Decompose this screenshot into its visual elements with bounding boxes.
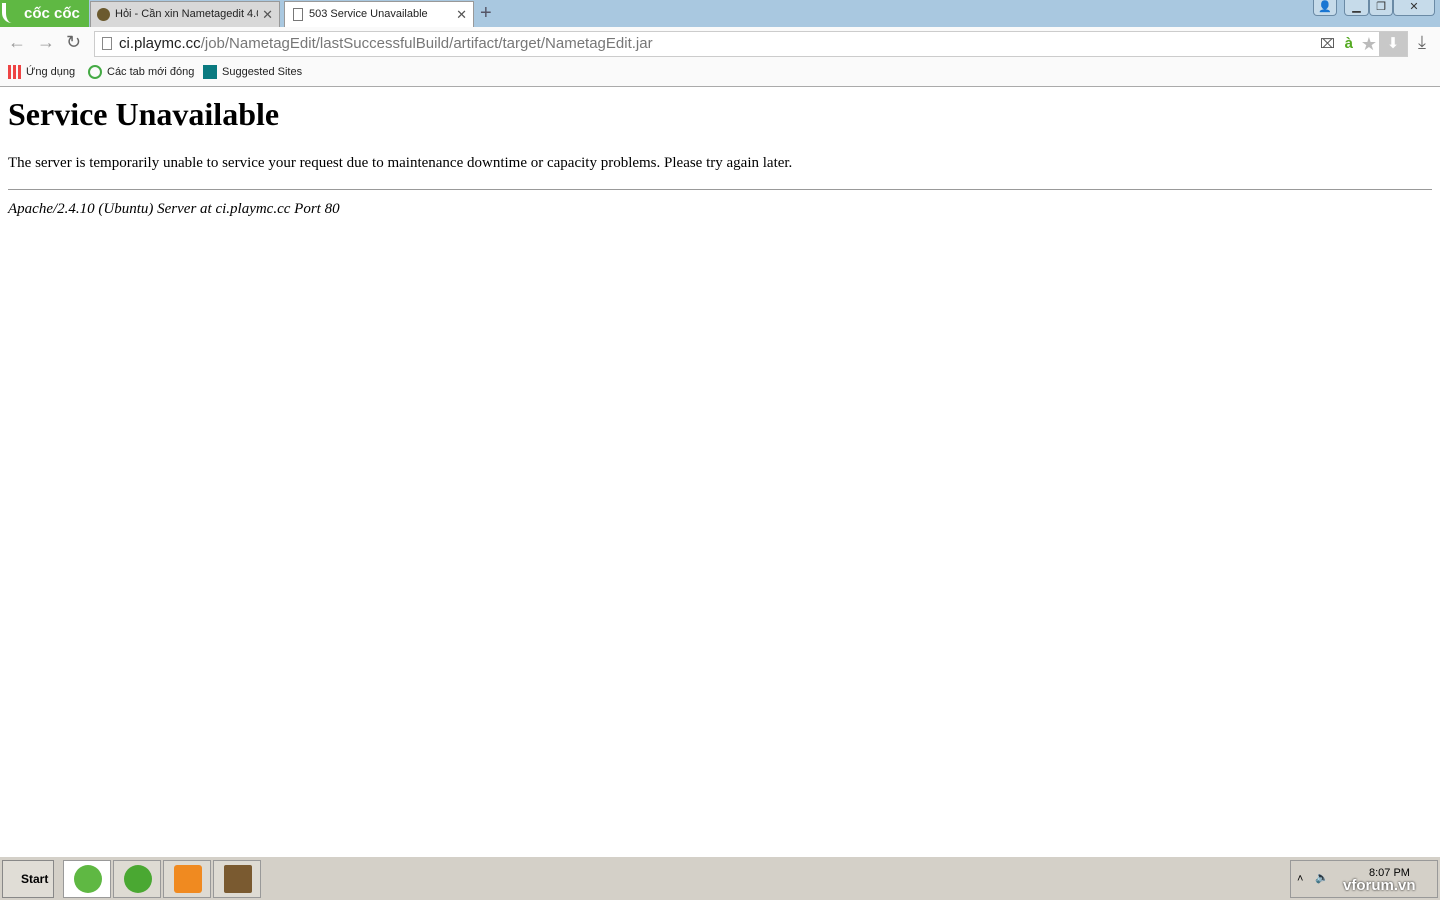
close-tab-icon[interactable]: ✕ [456, 2, 467, 27]
divider [8, 189, 1432, 190]
taskbar-utorrent[interactable] [113, 860, 161, 898]
taskbar-media-player[interactable] [163, 860, 211, 898]
minimize-button[interactable]: ▁ [1344, 0, 1369, 16]
tab-active[interactable]: 503 Service Unavailable ✕ [284, 1, 474, 27]
tab-strip: cốc cốc Hỏi - Cần xin Nametagedit 4.0 ✕ 5… [0, 0, 1440, 27]
taskbar-minecraft[interactable] [213, 860, 261, 898]
minecraft-icon [224, 865, 252, 893]
translate-icon[interactable]: ⌧ [1320, 32, 1335, 56]
close-window-button[interactable]: ✕ [1393, 0, 1435, 16]
brand-label: cốc cốc [24, 5, 80, 22]
bookmark-recent-tabs[interactable]: Các tab mới đóng [88, 65, 194, 79]
start-button[interactable]: Start [2, 860, 54, 898]
bookmark-suggested-sites[interactable]: Suggested Sites [203, 65, 302, 79]
tab-forum[interactable]: Hỏi - Cần xin Nametagedit 4.0 ✕ [90, 1, 280, 27]
bookmark-star-icon[interactable]: ★ [1361, 32, 1377, 56]
bing-icon [203, 65, 217, 79]
tab-title: Hỏi - Cần xin Nametagedit 4.0 [115, 8, 263, 20]
bookmark-apps[interactable]: Ứng dụng [8, 65, 75, 79]
address-bar[interactable]: ci.playmc.cc/job/NametagEdit/lastSuccess… [94, 31, 1408, 57]
favicon-icon [97, 8, 110, 21]
media-player-icon [174, 865, 202, 893]
apps-grid-icon [8, 65, 21, 79]
server-signature: Apache/2.4.10 (Ubuntu) Server at ci.play… [8, 201, 340, 217]
url-path: /job/NametagEdit/lastSuccessfulBuild/art… [200, 35, 653, 52]
new-tab-button[interactable]: + [480, 2, 492, 24]
bookmark-label: Suggested Sites [222, 65, 303, 78]
utorrent-icon [124, 865, 152, 893]
show-hidden-icons[interactable]: ˄ [1297, 873, 1303, 885]
url-host: ci.playmc.cc [119, 35, 201, 52]
error-message: The server is temporarily unable to serv… [8, 155, 793, 171]
coccoc-menu-button[interactable]: cốc cốc [0, 0, 89, 27]
vietnamese-input-icon[interactable]: à [1345, 32, 1353, 56]
volume-icon[interactable]: 🔈 [1315, 871, 1329, 884]
forward-icon[interactable]: → [37, 32, 55, 53]
reload-icon[interactable]: ↻ [66, 32, 81, 53]
downloads-icon[interactable]: ⤓ [1418, 32, 1426, 53]
close-tab-icon[interactable]: ✕ [258, 2, 273, 27]
taskbar-coccoc[interactable] [63, 860, 111, 898]
restore-button[interactable]: ❐ [1369, 0, 1393, 16]
page-icon [102, 37, 112, 50]
page-title: Service Unavailable [8, 96, 280, 132]
coccoc-logo-icon [2, 3, 20, 23]
toolbar: ← → ↻ ci.playmc.cc/job/NametagEdit/lastS… [0, 27, 1440, 59]
back-icon[interactable]: ← [8, 32, 26, 53]
coccoc-icon [74, 865, 102, 893]
start-label: Start [21, 872, 49, 886]
profile-icon[interactable]: 👤 [1313, 0, 1337, 16]
bookmark-label: Ứng dụng [26, 65, 76, 78]
page-icon [293, 8, 303, 21]
watermark: vforum.vn [1343, 877, 1416, 894]
page-content: Service Unavailable The server is tempor… [8, 88, 1432, 218]
download-page-icon[interactable]: ⬇ [1379, 32, 1407, 56]
taskbar: Start ˄ 🔈 8:07 PM vforum.vn [0, 856, 1440, 900]
bookmark-label: Các tab mới đóng [107, 65, 195, 78]
bookmarks-bar: Ứng dụng Các tab mới đóng Suggested Site… [0, 59, 1440, 87]
tab-title: 503 Service Unavailable [309, 8, 428, 20]
history-icon [88, 65, 102, 79]
system-tray: ˄ 🔈 8:07 PM vforum.vn [1290, 860, 1438, 898]
